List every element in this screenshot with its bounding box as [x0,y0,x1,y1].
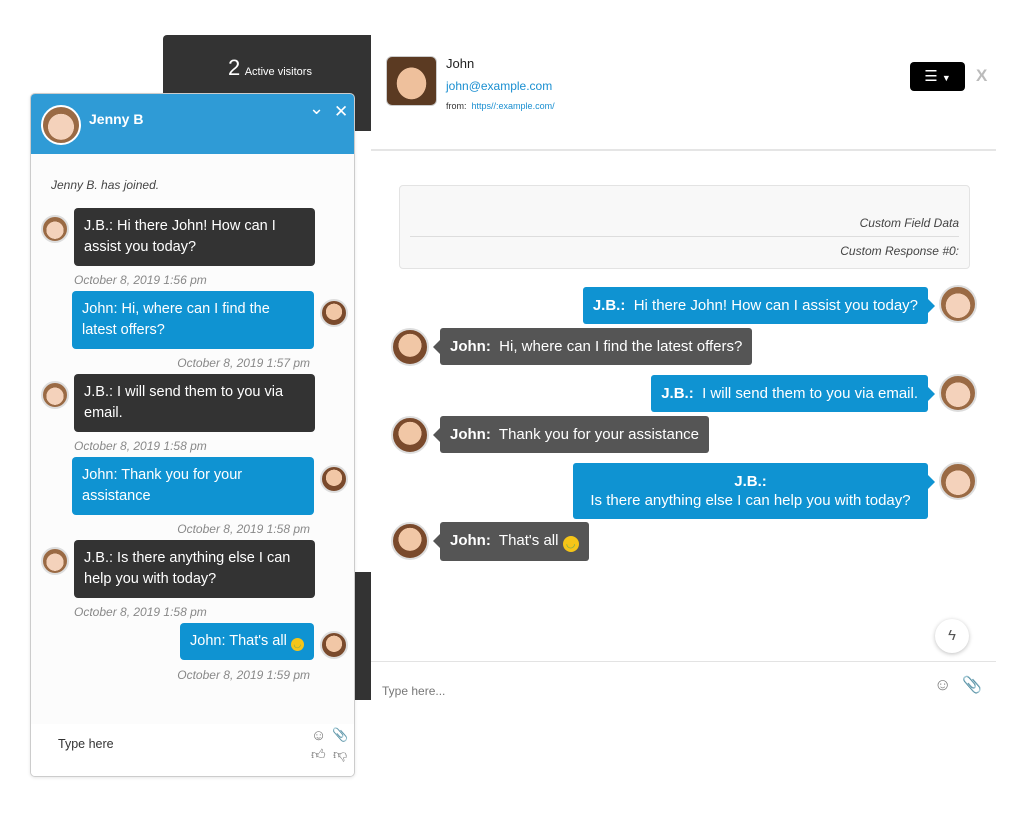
console-message-visitor: John: Hi, where can I find the latest of… [432,328,753,365]
input-divider [371,661,996,662]
visitor-avatar [391,328,429,366]
lightning-icon: ϟ [948,627,956,644]
widget-message-input[interactable]: Type here [58,737,114,751]
message-timestamp: October 8, 2019 1:58 pm [74,439,207,453]
custom-divider [410,236,959,237]
widget-message-visitor: John: Hi, where can I find the latest of… [72,291,314,349]
header-divider [371,149,996,151]
console-message-agent: J.B.: I will send them to you via email. [651,375,935,412]
console-message-visitor: John: That's all ◡ [433,522,589,561]
widget-message-agent: J.B.: I will send them to you via email. [74,374,315,432]
visitors-panel-strip [355,572,371,700]
attachment-icon[interactable]: 📎 [962,675,982,695]
close-button[interactable]: X [976,66,987,86]
visitor-name: John [446,56,475,71]
custom-field-label: Custom Field Data [859,216,959,230]
visitor-avatar [391,522,429,560]
active-visitors-count[interactable]: 2 Active visitors [228,55,312,81]
menu-icon: ☰ [924,68,938,85]
agent-avatar [939,374,977,412]
chat-widget: Jenny B ⌄ ✕ Jenny B. has joined. J.B.: H… [30,93,355,777]
emoji-icon[interactable]: ☺ [934,675,951,695]
console-message-agent: J.B.: Is there anything else I can help y… [573,463,935,519]
custom-response-label: Custom Response #0: [840,244,959,258]
widget-message-visitor: John: That's all ◡ [180,623,314,660]
thumbs-up-icon[interactable]: 👍︎ [311,746,326,763]
console-message-agent: J.B.: Hi there John! How can I assist yo… [582,287,936,324]
agent-avatar [939,462,977,500]
thumbs-down-icon[interactable]: 👎︎ [333,746,347,763]
joined-notice: Jenny B. has joined. [51,178,160,192]
grin-emoji-icon: ◡ [290,638,304,651]
widget-message-visitor: John: Thank you for your assistance [72,457,314,515]
agent-avatar [41,215,69,243]
agent-console: John john@example.com from: https//:exam… [371,35,996,700]
menu-button[interactable]: ☰ ▼ [910,62,965,91]
agent-avatar [41,105,81,145]
visitor-url[interactable]: https//:example.com/ [472,101,555,111]
widget-message-agent: J.B.: Hi there John! How can I assist yo… [74,208,315,266]
agent-avatar [41,547,69,575]
visitor-avatar [320,631,348,659]
message-timestamp: October 8, 2019 1:58 pm [177,522,310,536]
minimize-chevron-icon[interactable]: ⌄ [309,98,324,119]
agent-name: Jenny B [89,111,144,127]
grin-emoji-icon: ◡ [562,536,579,552]
visitor-email[interactable]: john@example.com [446,79,552,93]
agent-message-input[interactable]: Type here... [382,684,445,698]
visitor-avatar [320,299,348,327]
message-timestamp: October 8, 2019 1:57 pm [177,356,310,370]
message-timestamp: October 8, 2019 1:59 pm [177,668,310,682]
caret-down-icon: ▼ [941,73,951,83]
visitor-avatar [320,465,348,493]
visitor-from: from: https//:example.com/ [446,101,555,111]
agent-avatar [41,381,69,409]
widget-header: Jenny B ⌄ ✕ [31,94,354,154]
widget-input-area: Type here ☺ 📎 👍︎ 👎︎ [31,724,354,776]
agent-avatar [939,285,977,323]
emoji-icon[interactable]: ☺ [311,727,326,744]
visitor-photo [386,56,437,106]
quick-reply-button[interactable]: ϟ [935,619,969,653]
console-message-visitor: John: Thank you for your assistance [432,416,710,453]
message-timestamp: October 8, 2019 1:56 pm [74,273,207,287]
message-timestamp: October 8, 2019 1:58 pm [74,605,207,619]
custom-data-box: Custom Field Data Custom Response #0: [399,185,970,269]
visitor-avatar [391,416,429,454]
widget-message-agent: J.B.: Is there anything else I can help … [74,540,315,598]
close-icon[interactable]: ✕ [334,102,348,122]
attachment-icon[interactable]: 📎 [332,727,348,743]
